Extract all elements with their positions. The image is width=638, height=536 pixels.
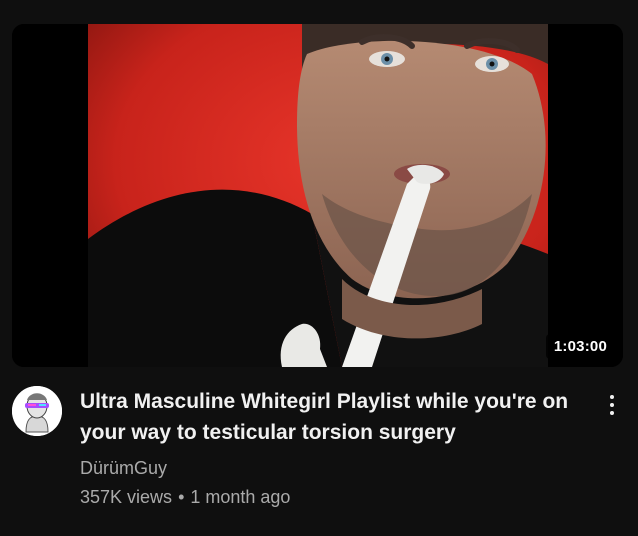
- channel-name[interactable]: DürümGuy: [80, 456, 167, 480]
- vertical-ellipsis-icon: [610, 395, 614, 399]
- vertical-ellipsis-icon: [610, 403, 614, 407]
- channel-avatar[interactable]: [12, 386, 62, 436]
- separator-dot: •: [178, 487, 185, 507]
- video-title[interactable]: Ultra Masculine Whitegirl Playlist while…: [80, 386, 585, 448]
- view-count: 357K views: [80, 487, 173, 507]
- video-card: 1:03:00 Ultra Masculine Whitegirl Playli…: [0, 0, 638, 536]
- upload-age: 1 month ago: [190, 487, 291, 507]
- vertical-ellipsis-icon: [610, 411, 614, 415]
- video-metadata: 357K views • 1 month ago: [80, 485, 290, 509]
- duration-badge: 1:03:00: [545, 334, 615, 359]
- video-thumbnail[interactable]: 1:03:00: [12, 24, 623, 367]
- more-options-button[interactable]: [598, 388, 626, 422]
- thumbnail-image: [12, 24, 623, 367]
- avatar-image: [12, 386, 62, 436]
